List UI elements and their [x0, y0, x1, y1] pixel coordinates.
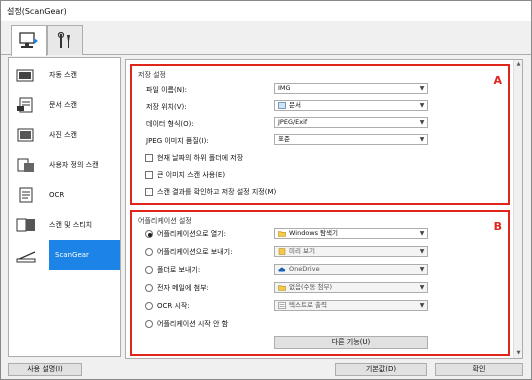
jpeg-quality-label: JPEG 이미지 품질(I): [146, 137, 209, 145]
custom-scan-icon [15, 156, 37, 174]
window-title: 설정(ScanGear) [7, 7, 67, 16]
stitch-icon [15, 216, 37, 234]
auto-scan-icon [15, 66, 37, 84]
sidebar-item-document-scan[interactable]: 문서 스캔 [9, 90, 120, 120]
send-to-app-select[interactable]: 미리 보기 ▼ [274, 246, 428, 257]
save-in-label: 저장 위치(V): [146, 103, 187, 111]
tab-strip [1, 21, 531, 56]
sidebar-item-label: 문서 스캔 [49, 101, 77, 109]
chevron-down-icon: ▼ [419, 266, 425, 273]
radio-button[interactable] [145, 248, 153, 256]
open-with-app-radio[interactable]: 어플리케이션으로 열기: [145, 229, 226, 239]
chevron-down-icon: ▼ [419, 85, 425, 92]
chevron-down-icon: ▼ [419, 302, 425, 309]
sidebar-item-ocr[interactable]: OCR [9, 180, 120, 210]
sidebar-item-photo-scan[interactable]: 사진 스캔 [9, 120, 120, 150]
radio-button[interactable] [145, 302, 153, 310]
computer-scan-icon [19, 32, 38, 48]
send-to-folder-radio[interactable]: 폴더로 보내기: [145, 265, 200, 275]
tab-general-settings[interactable] [47, 25, 83, 55]
large-image-checkbox[interactable]: 큰 이미지 스캔 사용(E) [145, 170, 225, 180]
app-settings-group: 어플리케이션 설정 B 어플리케이션으로 열기: Windows 탐색기 ▼ 어플… [130, 210, 510, 356]
sidebar-item-stitch[interactable]: 스캔 및 스티치 [9, 210, 120, 240]
marker-b: B [493, 220, 502, 233]
radio-button[interactable] [145, 284, 153, 292]
scroll-up-icon[interactable]: ▲ [515, 61, 522, 68]
file-name-combo[interactable]: IMG ▼ [274, 83, 428, 94]
cloud-icon [278, 266, 286, 273]
document-folder-icon [278, 102, 286, 109]
attach-email-radio[interactable]: 전자 메일에 첨부: [145, 283, 209, 293]
preview-icon [278, 248, 286, 255]
checkbox-box[interactable] [145, 154, 153, 162]
settings-panel: ▲ ▼ 저장 설정 A 파일 이름(N): IMG ▼ 저장 위치(V): 문서 ▼… [125, 59, 523, 359]
checkbox-box[interactable] [145, 188, 153, 196]
defaults-button[interactable]: 기본값(D) [335, 363, 427, 376]
check-results-checkbox[interactable]: 스캔 결과를 확인하고 저장 설정 지정(M) [145, 187, 276, 197]
data-format-select[interactable]: JPEG/Exif ▼ [274, 117, 428, 128]
sidebar-item-label: 자동 스캔 [49, 71, 77, 79]
more-functions-button[interactable]: 다른 기능(U) [274, 336, 428, 349]
no-app-radio[interactable]: 어플리케이션 시작 안 함 [145, 319, 228, 329]
open-with-app-select[interactable]: Windows 탐색기 ▼ [274, 228, 428, 239]
chevron-down-icon: ▼ [419, 248, 425, 255]
save-settings-group: 저장 설정 A 파일 이름(N): IMG ▼ 저장 위치(V): 문서 ▼ 데이터… [130, 64, 510, 205]
chevron-down-icon: ▼ [419, 230, 425, 237]
chevron-down-icon: ▼ [419, 119, 425, 126]
sidebar: 자동 스캔 문서 스캔 사진 스캔 사용자 정의 스캔 OCR 스캔 및 스티치… [8, 57, 121, 357]
checkbox-box[interactable] [145, 171, 153, 179]
sidebar-item-label: 사진 스캔 [49, 131, 77, 139]
sidebar-item-custom-scan[interactable]: 사용자 정의 스캔 [9, 150, 120, 180]
folder-icon [278, 284, 286, 291]
tab-scan-from-computer[interactable] [11, 25, 47, 56]
save-in-select[interactable]: 문서 ▼ [274, 100, 428, 111]
jpeg-quality-select[interactable]: 표준 ▼ [274, 134, 428, 145]
ocr-icon [15, 186, 37, 204]
footer: 사용 설명(I) 기본값(D) 확인 [1, 361, 531, 379]
sidebar-item-label: 스캔 및 스티치 [49, 221, 93, 229]
chevron-down-icon: ▼ [419, 102, 425, 109]
folder-icon [278, 230, 286, 237]
send-to-app-radio[interactable]: 어플리케이션으로 보내기: [145, 247, 232, 257]
title-bar: 설정(ScanGear) [1, 1, 531, 21]
text-output-icon [278, 302, 286, 309]
marker-a: A [493, 74, 502, 87]
data-format-label: 데이터 형식(O): [146, 120, 194, 128]
app-settings-title: 어플리케이션 설정 [138, 217, 192, 225]
vertical-scrollbar[interactable]: ▲ ▼ [513, 60, 522, 358]
radio-button[interactable] [145, 230, 153, 238]
chevron-down-icon: ▼ [419, 284, 425, 291]
sidebar-item-label: 사용자 정의 스캔 [49, 161, 99, 169]
attach-email-select[interactable]: 없음(수동 첨부) ▼ [274, 282, 428, 293]
sidebar-item-auto-scan[interactable]: 자동 스캔 [9, 60, 120, 90]
instructions-button[interactable]: 사용 설명(I) [8, 363, 82, 376]
sidebar-item-label: ScanGear [55, 251, 89, 259]
radio-button[interactable] [145, 320, 153, 328]
scangear-icon [15, 246, 37, 264]
document-scan-icon [15, 96, 37, 114]
ok-button[interactable]: 확인 [435, 363, 523, 376]
sidebar-item-label: OCR [49, 191, 65, 199]
chevron-down-icon: ▼ [419, 136, 425, 143]
sidebar-item-scangear[interactable]: ScanGear [9, 240, 120, 270]
scroll-down-icon[interactable]: ▼ [515, 350, 522, 357]
file-name-label: 파일 이름(N): [146, 86, 188, 94]
save-settings-title: 저장 설정 [138, 71, 166, 79]
subfolder-checkbox[interactable]: 현재 날짜의 하위 폴더에 저장 [145, 153, 243, 163]
start-ocr-radio[interactable]: OCR 시작: [145, 301, 190, 311]
radio-button[interactable] [145, 266, 153, 274]
tools-icon [57, 31, 70, 48]
settings-window: 설정(ScanGear) 자동 스캔 문서 스캔 사진 스캔 사용자 정의 스캔… [0, 0, 532, 380]
photo-scan-icon [15, 126, 37, 144]
send-to-folder-select[interactable]: OneDrive ▼ [274, 264, 428, 275]
start-ocr-select[interactable]: 텍스트로 출력 ▼ [274, 300, 428, 311]
